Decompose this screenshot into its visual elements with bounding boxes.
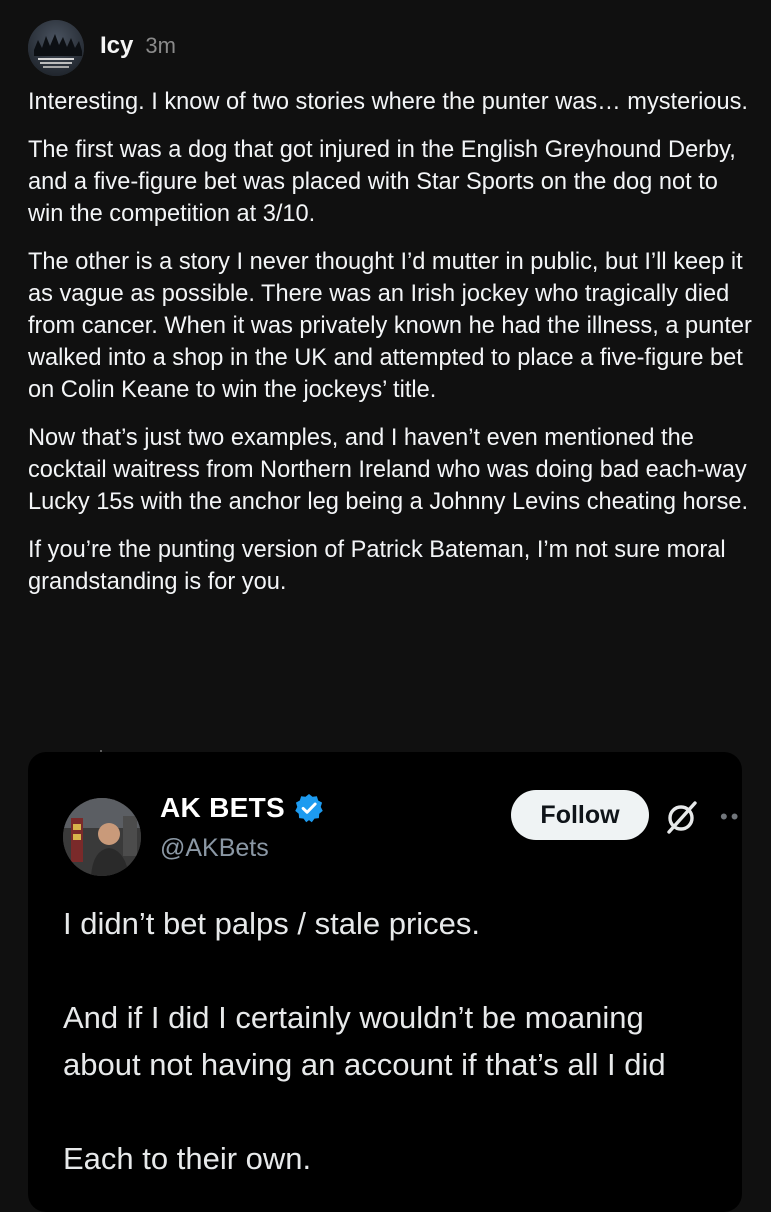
post-paragraph: Interesting. I know of two stories where… bbox=[28, 89, 748, 115]
quoted-text-line: about not having an account if that’s al… bbox=[63, 1047, 666, 1082]
grok-icon[interactable] bbox=[662, 797, 702, 837]
line-break bbox=[63, 947, 742, 994]
line-break bbox=[63, 1088, 742, 1135]
verified-badge-icon bbox=[293, 792, 325, 824]
post-body: Interesting. I know of two stories where… bbox=[28, 86, 753, 614]
follow-button[interactable]: Follow bbox=[511, 790, 649, 840]
quoted-author-avatar[interactable] bbox=[63, 798, 141, 876]
post-paragraph: If you’re the punting version of Patrick… bbox=[28, 537, 726, 595]
quoted-post-card[interactable]: AK BETS @AKBets Follow •• I didn’t bet p… bbox=[28, 752, 742, 1212]
post-header: Icy 3m bbox=[28, 20, 176, 76]
quoted-author-name-row: AK BETS bbox=[160, 792, 325, 824]
post-paragraph: Now that’s just two examples, and I have… bbox=[28, 425, 749, 515]
author-avatar[interactable] bbox=[28, 20, 84, 76]
quoted-text-line: Each to their own. bbox=[63, 1141, 312, 1176]
post-paragraph: The first was a dog that got injured in … bbox=[28, 137, 736, 227]
quoted-display-name[interactable]: AK BETS bbox=[160, 792, 285, 824]
author-line: Icy 3m bbox=[100, 32, 176, 60]
quoted-text-line: I didn’t bet palps / stale prices. bbox=[63, 906, 481, 941]
quoted-handle[interactable]: @AKBets bbox=[160, 834, 269, 863]
quoted-text-line: And if I did I certainly wouldn’t be moa… bbox=[63, 1000, 644, 1035]
more-options-icon[interactable]: •• bbox=[720, 804, 741, 830]
author-username[interactable]: Icy bbox=[100, 32, 133, 60]
post-paragraph: The other is a story I never thought I’d… bbox=[28, 249, 752, 403]
post-timestamp: 3m bbox=[145, 33, 176, 58]
quoted-post-text: I didn’t bet palps / stale prices. And i… bbox=[63, 900, 742, 1182]
